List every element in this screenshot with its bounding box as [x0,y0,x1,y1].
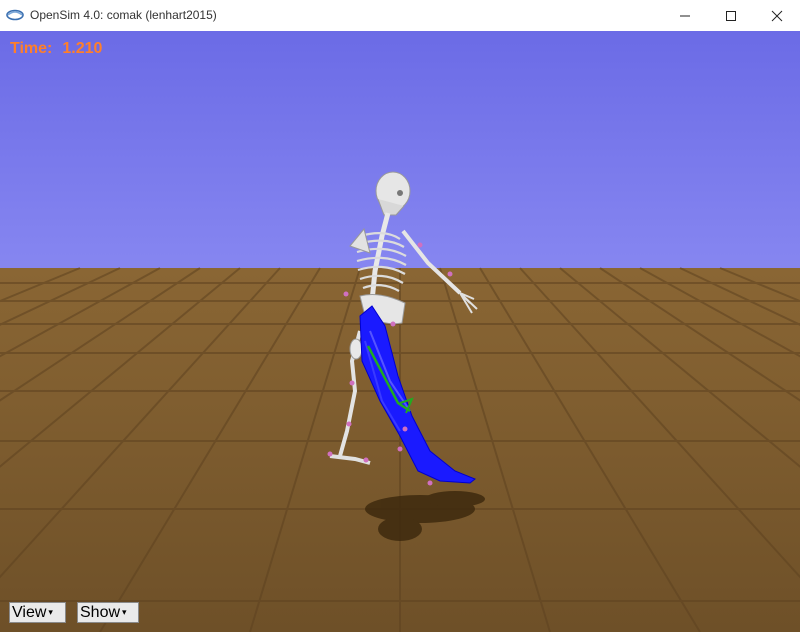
model-scene [0,171,800,632]
show-menu-button[interactable]: Show ▾ [77,602,139,623]
window-titlebar: OpenSim 4.0: comak (lenhart2015) [0,0,800,32]
opensim-app-icon [6,9,24,21]
close-icon [771,10,783,21]
maximize-button[interactable] [708,0,754,31]
3d-viewport[interactable]: Time: 1.210 View ▾ Show ▾ [0,31,800,632]
view-menu-button[interactable]: View ▾ [9,602,66,623]
time-value: 1.210 [62,40,103,57]
time-label: Time: [10,40,53,57]
view-menu-label: View [12,603,47,621]
show-menu-label: Show [80,603,121,621]
maximize-icon [726,10,736,21]
minimize-button[interactable] [662,0,708,31]
minimize-icon [680,15,690,16]
simulation-time-readout: Time: 1.210 [10,40,112,58]
chevron-down-icon: ▾ [48,607,53,617]
window-title: OpenSim 4.0: comak (lenhart2015) [30,8,217,22]
close-button[interactable] [754,0,800,31]
chevron-down-icon: ▾ [122,607,127,617]
